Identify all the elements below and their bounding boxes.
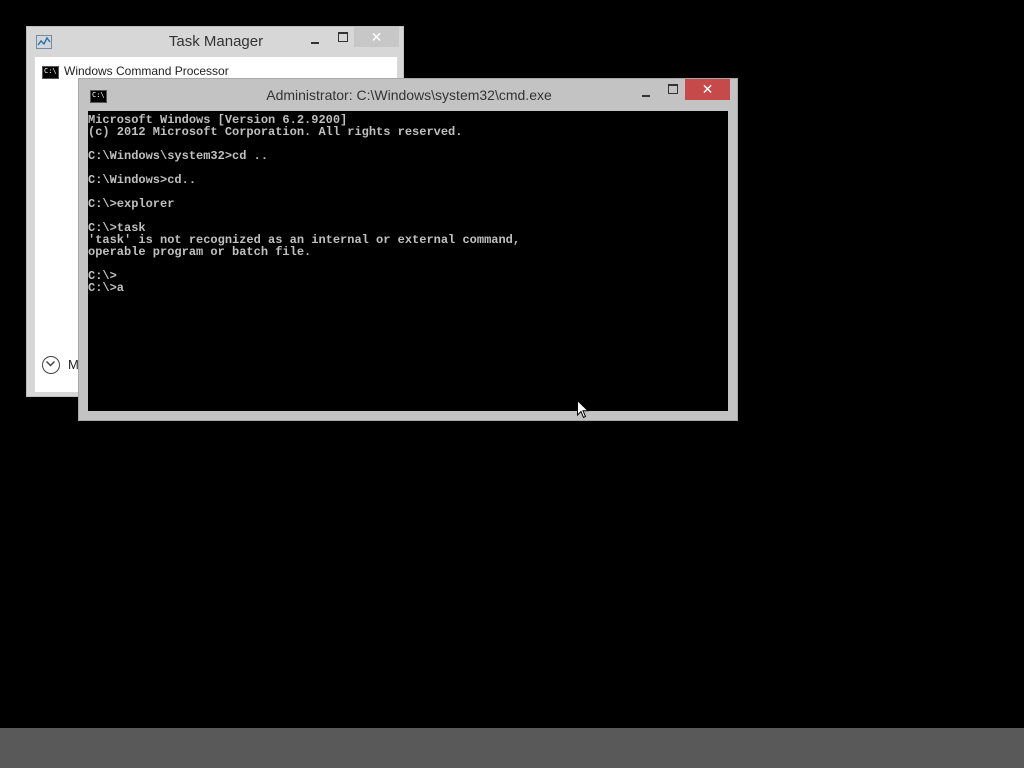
console-line: operable program or batch file. bbox=[88, 245, 312, 259]
chevron-down-icon[interactable] bbox=[42, 356, 60, 374]
cmd-titlebar[interactable]: C:\ Administrator: C:\Windows\system32\c… bbox=[79, 79, 737, 111]
taskbar[interactable] bbox=[0, 728, 1024, 768]
console-line: C:\Windows>cd.. bbox=[88, 173, 197, 187]
console-output[interactable]: Microsoft Windows [Version 6.2.9200] (c)… bbox=[88, 111, 728, 411]
close-icon: ✕ bbox=[370, 29, 383, 45]
console-prompt: C:\>a bbox=[88, 281, 125, 295]
close-icon: ✕ bbox=[701, 81, 714, 97]
maximize-icon bbox=[668, 84, 678, 94]
minimize-button[interactable] bbox=[636, 83, 656, 103]
maximize-icon bbox=[338, 32, 348, 42]
cmd-icon: C:\ bbox=[42, 66, 59, 79]
mouse-pointer-icon bbox=[577, 399, 590, 424]
console-line: (c) 2012 Microsoft Corporation. All righ… bbox=[88, 125, 463, 139]
cmd-window[interactable]: C:\ Administrator: C:\Windows\system32\c… bbox=[78, 78, 738, 421]
minimize-icon bbox=[642, 95, 650, 97]
close-button[interactable]: ✕ bbox=[685, 79, 730, 100]
task-manager-titlebar[interactable]: Task Manager ✕ bbox=[27, 27, 403, 57]
console-line: C:\Windows\system32>cd .. bbox=[88, 149, 269, 163]
process-name: Windows Command Processor bbox=[64, 64, 229, 78]
close-button[interactable]: ✕ bbox=[354, 27, 399, 47]
maximize-button[interactable] bbox=[664, 83, 684, 99]
minimize-icon bbox=[311, 42, 319, 44]
console-line: C:\>explorer bbox=[88, 197, 175, 211]
maximize-button[interactable] bbox=[334, 31, 354, 47]
minimize-button[interactable] bbox=[306, 29, 326, 49]
